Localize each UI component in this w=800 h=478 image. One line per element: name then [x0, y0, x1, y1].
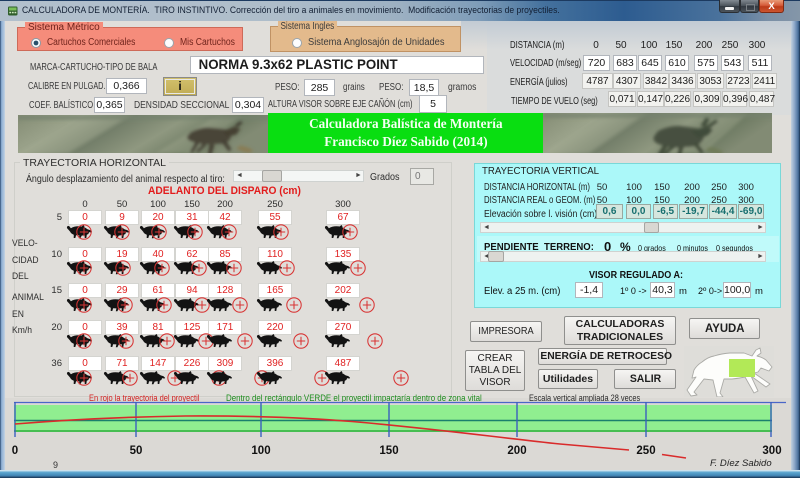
svg-text:F. Díez Sabido: F. Díez Sabido [710, 458, 772, 469]
svg-text:9: 9 [53, 460, 58, 470]
svg-text:150: 150 [379, 445, 398, 457]
svg-text:100: 100 [251, 445, 270, 457]
svg-text:50: 50 [130, 445, 143, 457]
svg-text:300: 300 [762, 445, 781, 457]
svg-text:0: 0 [12, 445, 18, 457]
svg-text:250: 250 [636, 445, 655, 457]
svg-text:200: 200 [507, 445, 526, 457]
